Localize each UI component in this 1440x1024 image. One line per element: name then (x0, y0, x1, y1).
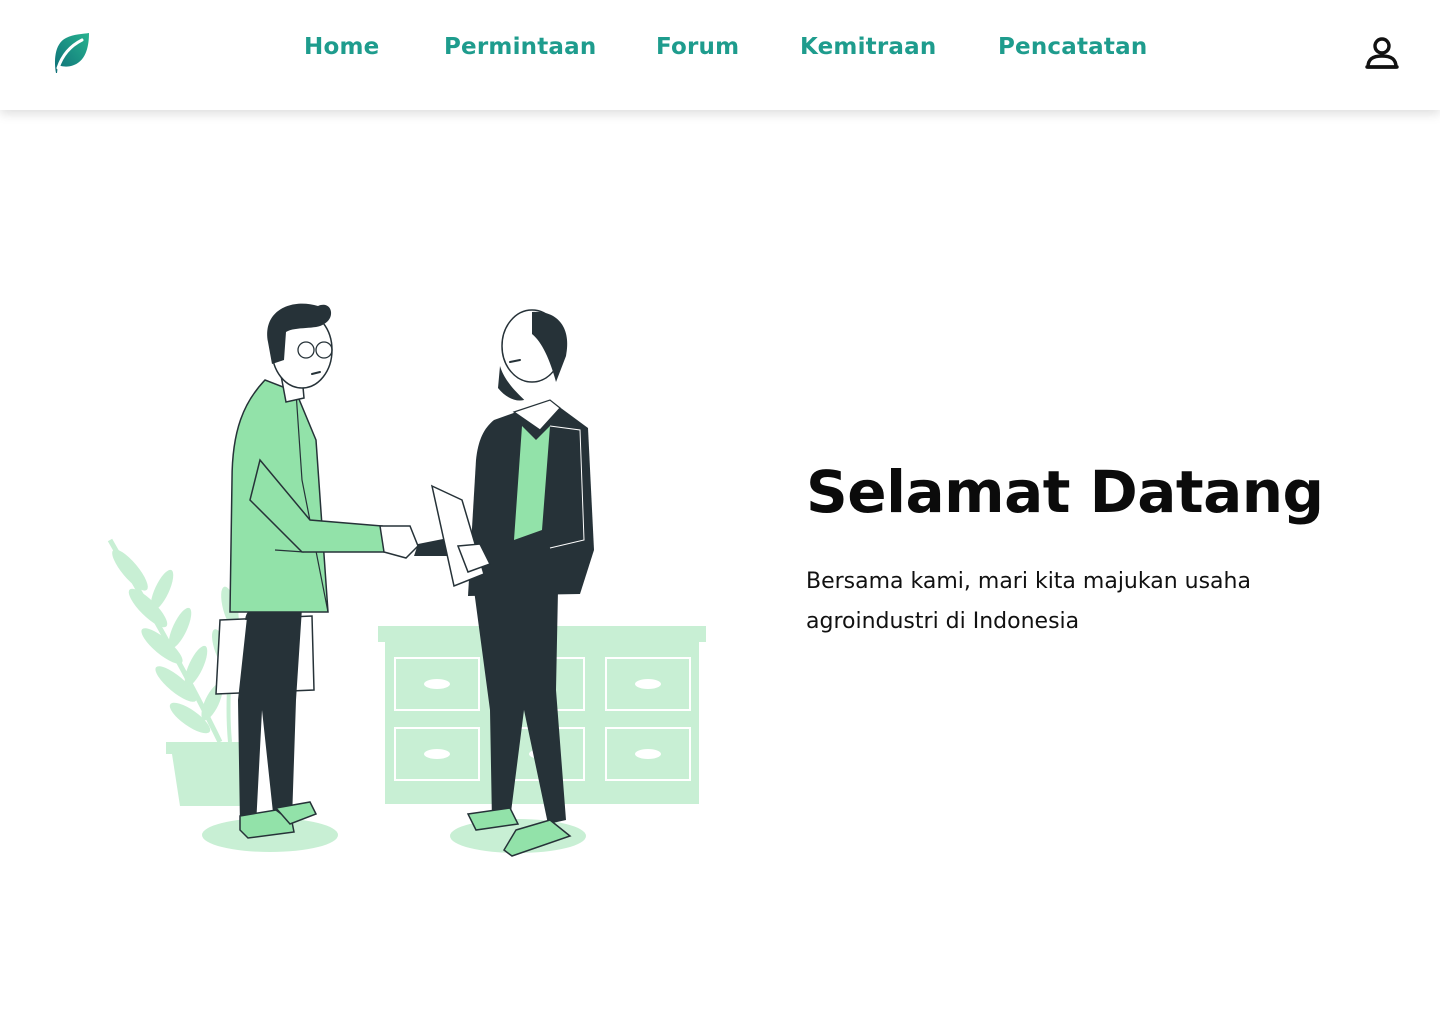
hero-title: Selamat Datang (806, 458, 1324, 526)
navbar: Home Permintaan Forum Kemitraan Pencatat… (0, 0, 1440, 110)
hero-subtitle: Bersama kami, mari kita majukan usaha ag… (806, 569, 1251, 634)
nav-permintaan-link[interactable]: Permintaan (444, 34, 596, 60)
nav-home-link[interactable]: Home (304, 34, 379, 60)
handshake-illustration (107, 303, 706, 857)
main-nav: Home Permintaan Forum Kemitraan Pencatat… (0, 34, 1440, 68)
nav-pencatatan-link[interactable]: Pencatatan (998, 34, 1147, 60)
user-icon[interactable] (1362, 34, 1402, 74)
nav-kemitraan-link[interactable]: Kemitraan (800, 34, 936, 60)
hero-text: Selamat Datang Bersama kami, mari kita m… (806, 456, 1366, 642)
nav-forum-link[interactable]: Forum (656, 34, 739, 60)
